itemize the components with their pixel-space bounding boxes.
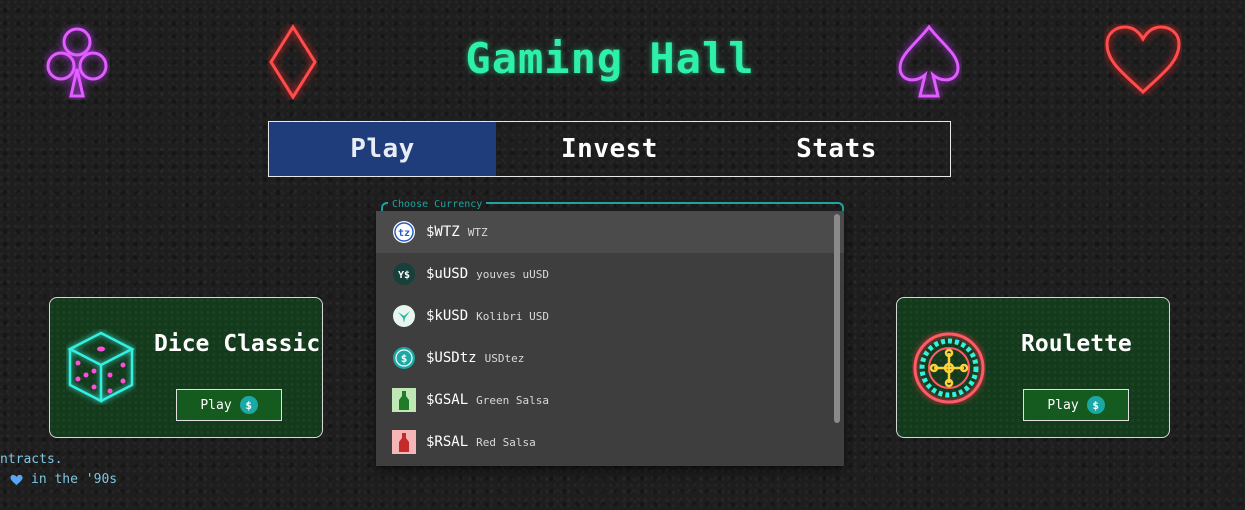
tab-stats[interactable]: Stats: [723, 122, 950, 176]
tab-play[interactable]: Play: [269, 122, 496, 176]
svg-text:Y$: Y$: [398, 270, 410, 281]
rsal-token-icon: [392, 430, 416, 454]
page-title: Gaming Hall: [465, 34, 755, 83]
tab-invest[interactable]: Invest: [496, 122, 723, 176]
roulette-wheel-icon: [913, 332, 985, 404]
usdtz-token-icon: $: [392, 346, 416, 370]
usdtz-coin-icon: $: [1086, 396, 1105, 414]
game-title-roulette: Roulette: [1021, 331, 1132, 357]
currency-option-kusd[interactable]: $kUSD Kolibri USD: [376, 295, 844, 337]
spade-icon: [898, 24, 960, 98]
currency-option-usdtz[interactable]: $ $USDtz USDtez: [376, 337, 844, 379]
currency-dropdown-menu: tz $WTZ WTZ Y$ $uUSD youves uUSD $kUSD K…: [376, 211, 844, 466]
dice-icon: [67, 331, 135, 404]
dropdown-scrollbar[interactable]: [834, 214, 840, 423]
currency-option-uusd[interactable]: Y$ $uUSD youves uUSD: [376, 253, 844, 295]
gsal-token-icon: [392, 388, 416, 412]
currency-option-gsal[interactable]: $GSAL Green Salsa: [376, 379, 844, 421]
play-dice-classic-button[interactable]: Play $: [176, 389, 282, 421]
footer-text-line1: ntracts.: [0, 452, 63, 467]
footer-text-line2: in the '90s: [10, 472, 117, 487]
currency-select-label: Choose Currency: [388, 199, 487, 210]
kusd-token-icon: [392, 304, 416, 328]
play-button-label: Play: [1047, 397, 1079, 413]
game-card-dice-classic: Dice Classic Play $: [49, 297, 323, 438]
uusd-token-icon: Y$: [392, 262, 416, 286]
heart-icon: [10, 474, 23, 485]
usdtz-coin-icon: $: [239, 396, 258, 414]
game-card-roulette: Roulette Play $: [896, 297, 1170, 438]
currency-option-rsal[interactable]: $RSAL Red Salsa: [376, 421, 844, 463]
svg-text:tz: tz: [398, 228, 410, 239]
currency-option-wtz[interactable]: tz $WTZ WTZ: [376, 211, 844, 253]
heart-icon: [1105, 25, 1181, 95]
wtz-token-icon: tz: [392, 220, 416, 244]
play-roulette-button[interactable]: Play $: [1023, 389, 1129, 421]
club-icon: [46, 27, 108, 98]
game-title-dice-classic: Dice Classic: [154, 331, 321, 357]
footer-tagline: in the '90s: [31, 472, 118, 487]
play-button-label: Play: [200, 397, 232, 413]
diamond-icon: [269, 24, 317, 100]
svg-text:$: $: [401, 352, 408, 365]
tab-bar: Play Invest Stats: [268, 121, 951, 177]
